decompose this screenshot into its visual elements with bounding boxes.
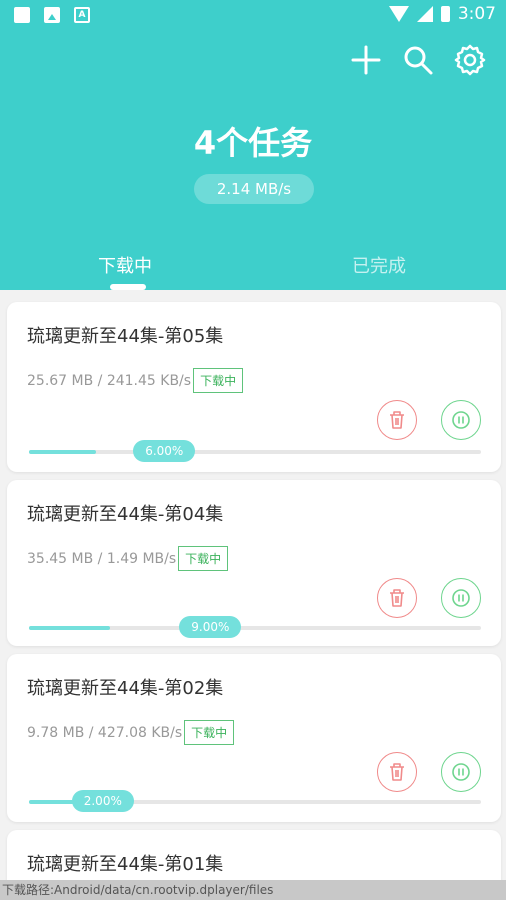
task-meta: 9.78 MB / 427.08 KB/s 下载中 (27, 720, 235, 745)
plus-icon (351, 45, 381, 75)
signal-icon (416, 6, 433, 22)
pause-button[interactable] (441, 752, 481, 792)
progress-label: 6.00% (133, 440, 196, 462)
header: A 3:07 4个任务 2.14 MB/s 下载中 已完成 (0, 0, 506, 290)
progress-label: 2.00% (71, 790, 134, 812)
a-icon: A (74, 7, 90, 23)
trash-icon (390, 411, 404, 429)
task-meta: 25.67 MB / 241.45 KB/s 下载中 (27, 368, 244, 393)
delete-button[interactable] (377, 752, 417, 792)
add-button[interactable] (346, 40, 386, 80)
pause-icon (452, 589, 470, 607)
search-icon (404, 46, 433, 75)
tab-downloading[interactable]: 下载中 (98, 252, 152, 278)
image-icon (44, 7, 60, 23)
progress-fill (29, 450, 97, 454)
status-badge: 下载中 (178, 546, 229, 571)
search-button[interactable] (398, 40, 438, 80)
progress-label: 9.00% (179, 616, 242, 638)
pause-icon (452, 763, 470, 781)
progress-bar: 6.00% (29, 440, 481, 462)
task-count: 4个任务 (193, 124, 313, 162)
list-item[interactable]: 琉璃更新至44集-第02集 9.78 MB / 427.08 KB/s 下载中 … (7, 654, 501, 822)
square-icon (14, 7, 30, 23)
list-item[interactable]: 琉璃更新至44集-第04集 35.45 MB / 1.49 MB/s 下载中 9… (7, 480, 501, 646)
gear-icon (454, 44, 486, 76)
task-title: 琉璃更新至44集-第01集 (27, 854, 224, 875)
task-size-speed: 35.45 MB / 1.49 MB/s (27, 550, 177, 567)
trash-icon (390, 589, 404, 607)
pause-icon (452, 411, 470, 429)
task-size-speed: 9.78 MB / 427.08 KB/s (27, 724, 183, 741)
download-path: 下载路径:Android/data/cn.rootvip.dplayer/fil… (0, 880, 506, 900)
wifi-icon (388, 6, 409, 22)
task-title: 琉璃更新至44集-第05集 (27, 326, 224, 347)
settings-button[interactable] (450, 40, 490, 80)
task-size-speed: 25.67 MB / 241.45 KB/s (27, 372, 192, 389)
pause-button[interactable] (441, 400, 481, 440)
total-speed: 2.14 MB/s (194, 174, 314, 204)
battery-icon (440, 6, 450, 22)
pause-button[interactable] (441, 578, 481, 618)
progress-bar: 2.00% (29, 790, 481, 812)
status-time: 3:07 (457, 4, 496, 24)
progress-fill (29, 800, 79, 804)
trash-icon (390, 763, 404, 781)
progress-fill (29, 626, 110, 630)
delete-button[interactable] (377, 578, 417, 618)
tab-indicator (110, 284, 146, 290)
list-item[interactable]: 琉璃更新至44集-第05集 25.67 MB / 241.45 KB/s 下载中… (7, 302, 501, 472)
tab-completed[interactable]: 已完成 (352, 252, 406, 278)
task-title: 琉璃更新至44集-第02集 (27, 678, 224, 699)
delete-button[interactable] (377, 400, 417, 440)
status-badge: 下载中 (193, 368, 244, 393)
status-bar: A 3:07 (0, 0, 506, 32)
status-badge: 下载中 (184, 720, 235, 745)
progress-bar: 9.00% (29, 616, 481, 638)
task-meta: 35.45 MB / 1.49 MB/s 下载中 (27, 546, 229, 571)
task-title: 琉璃更新至44集-第04集 (27, 504, 224, 525)
